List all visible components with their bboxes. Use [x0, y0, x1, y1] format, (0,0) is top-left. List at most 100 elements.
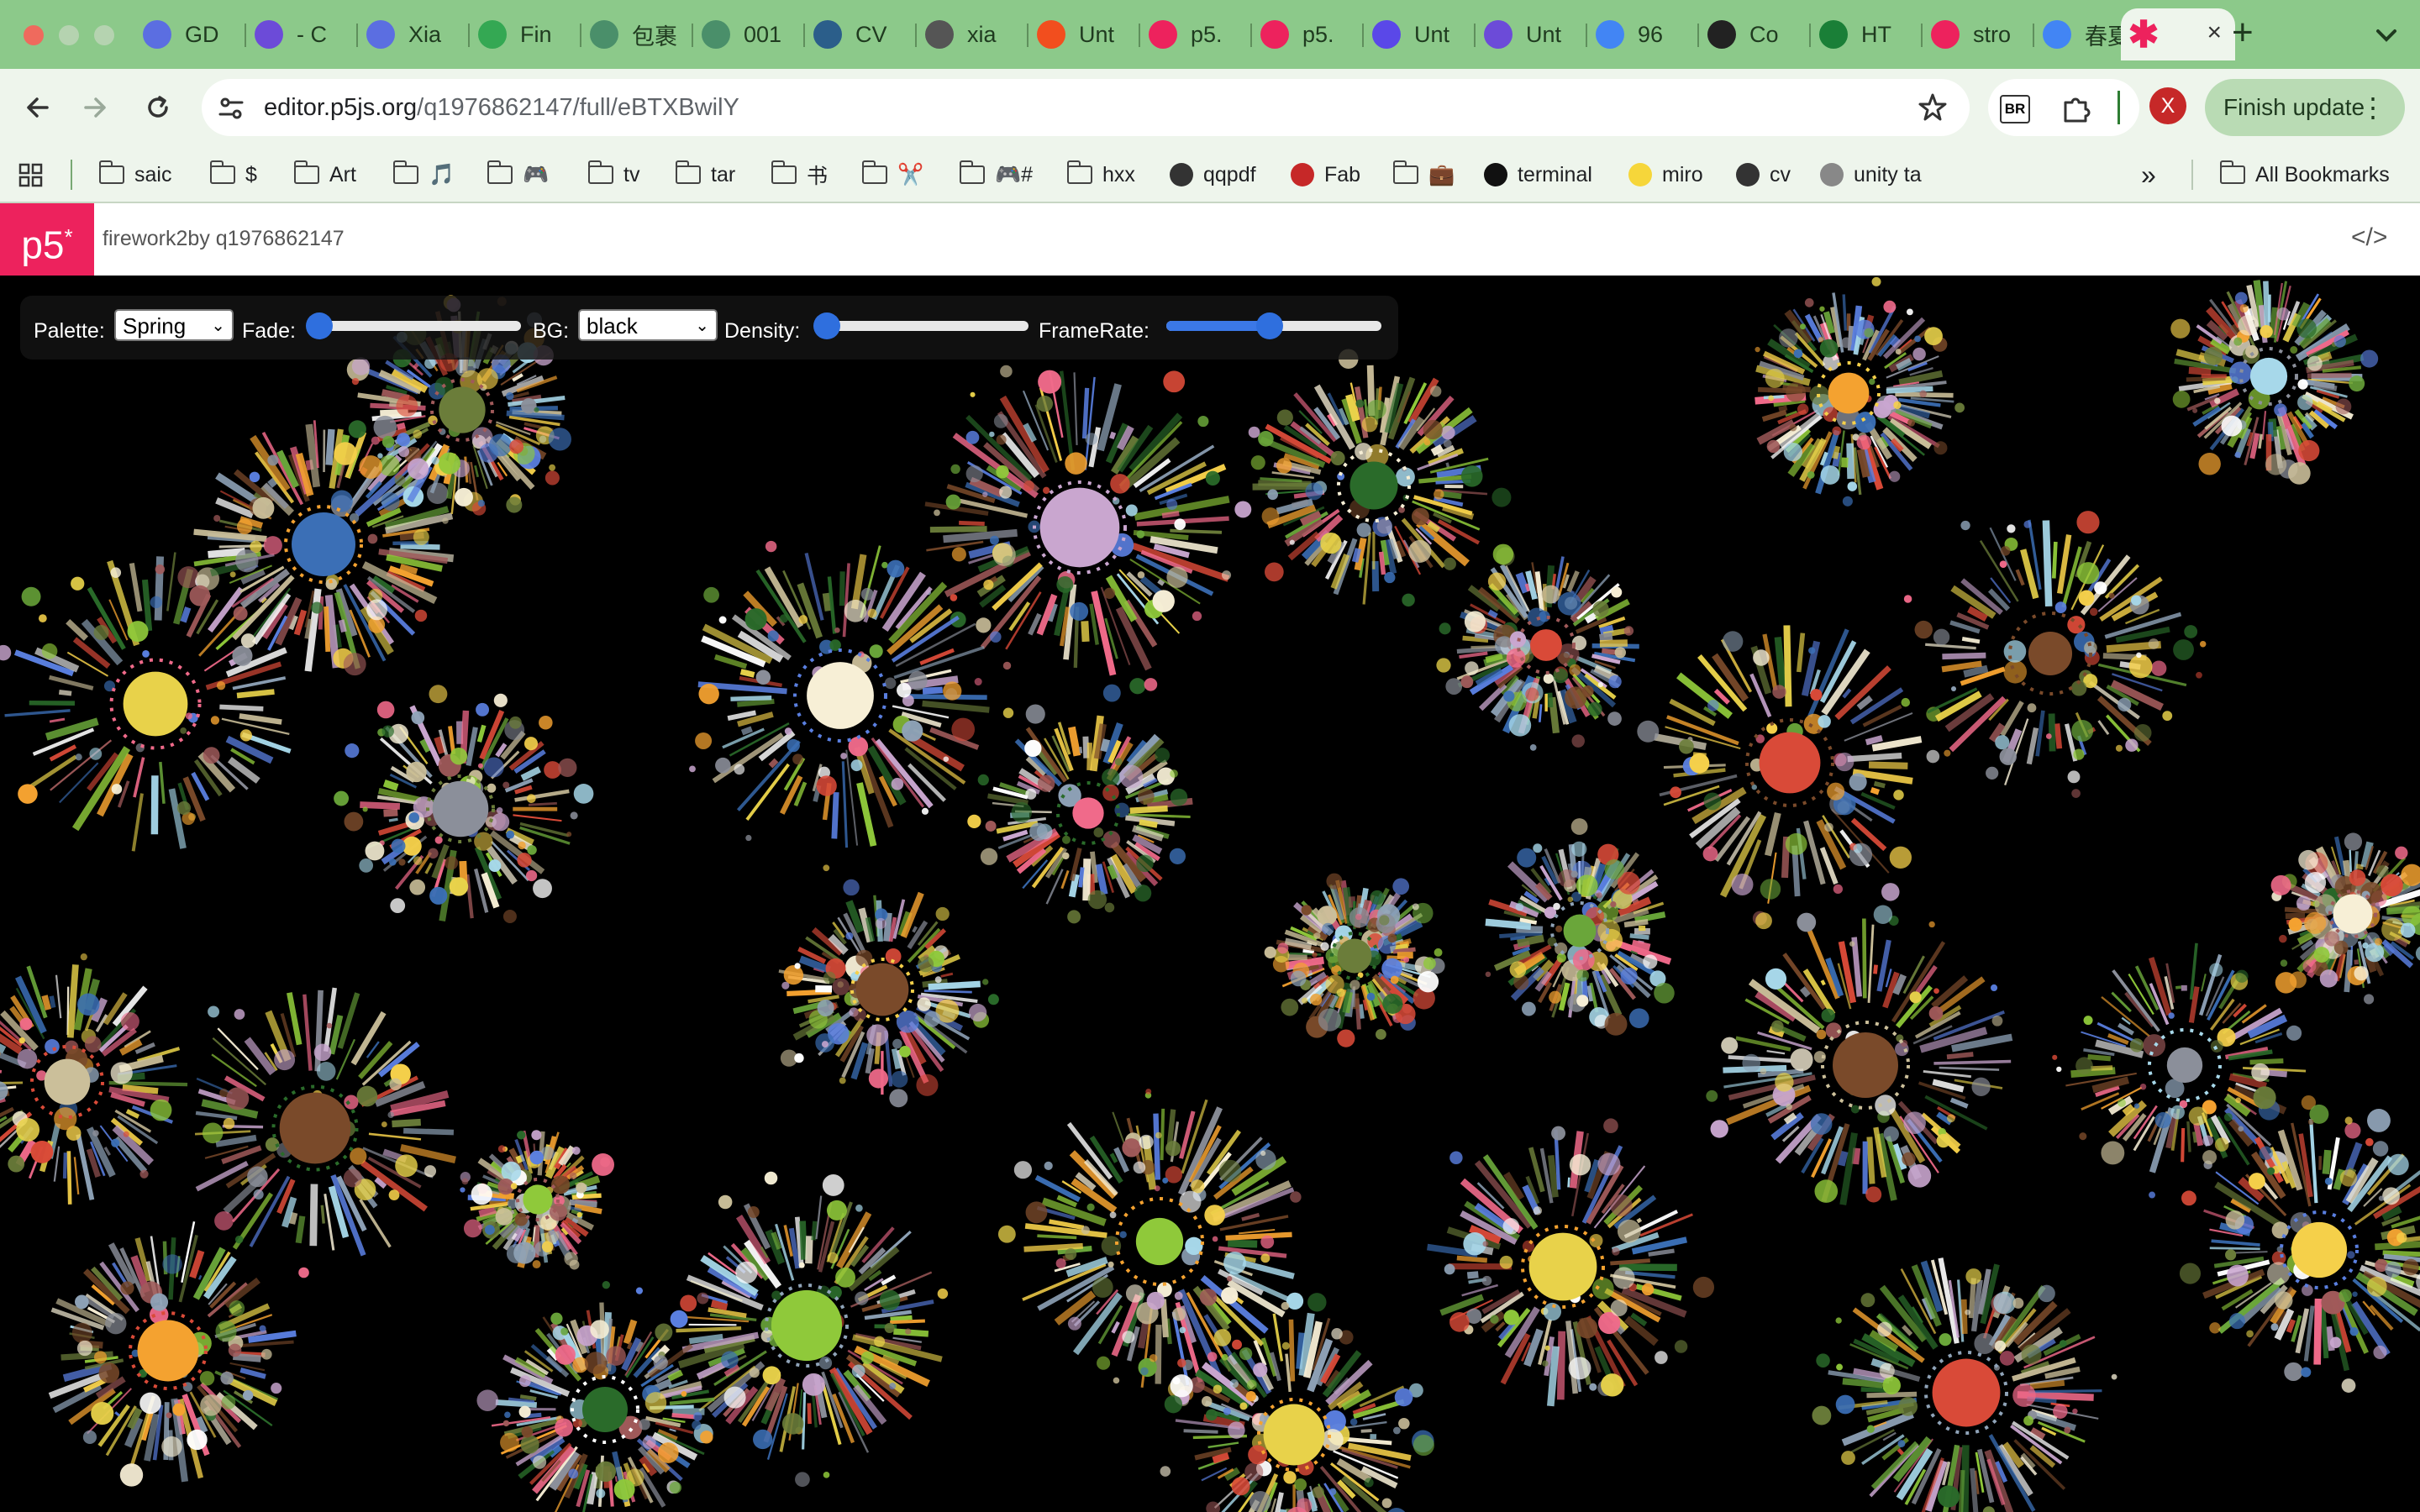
p5-logo[interactable]: p5*	[0, 203, 94, 276]
bookmark-item[interactable]: $	[209, 158, 257, 192]
tab-label: Fin	[520, 21, 552, 47]
tab-1[interactable]: - C	[246, 8, 358, 60]
firework-burst	[1812, 1257, 2118, 1512]
minimize-window-button[interactable]	[59, 25, 79, 45]
framerate-slider[interactable]	[1166, 312, 1381, 339]
folder-icon	[209, 160, 235, 184]
firework-burst	[0, 953, 188, 1205]
tab-16[interactable]: stro	[1923, 8, 2034, 60]
close-tab-button[interactable]: ×	[2207, 18, 2222, 47]
close-window-button[interactable]	[24, 25, 44, 45]
tab-0[interactable]: GD	[134, 8, 246, 60]
puzzle-piece-icon[interactable]	[2060, 92, 2092, 124]
firework-burst	[1427, 1118, 1715, 1407]
bookmark-item[interactable]: saic	[98, 158, 171, 192]
extension-br-button[interactable]: BR	[2000, 95, 2030, 123]
url-text[interactable]: editor.p5js.org/q1976862147/full/eBTXBwi…	[264, 94, 739, 122]
bookmark-item[interactable]: tv	[587, 158, 640, 192]
palette-select[interactable]: Spring ⌄	[114, 309, 234, 341]
folder-icon	[2219, 160, 2245, 184]
bookmarks-overflow-button[interactable]: »	[2141, 158, 2156, 192]
bookmark-label: 💼	[1428, 162, 1455, 186]
drive-icon	[478, 20, 507, 49]
chevron-down-icon: ⌄	[211, 317, 225, 335]
firework-burst	[1485, 818, 1675, 1036]
bookmark-item[interactable]: cv	[1736, 158, 1791, 192]
bookmark-item[interactable]: Art	[293, 158, 356, 192]
palette-label: Palette:	[34, 319, 105, 343]
folder-icon	[675, 160, 701, 184]
new-tab-button[interactable]: +	[2232, 12, 2254, 54]
bookmark-item[interactable]: 🎵	[392, 158, 455, 192]
density-slider-thumb[interactable]	[813, 312, 840, 339]
tab-strip: GD - C Xia Fin 包裹 001 CV xia Unt p5. p5. Unt Unt 96 Co…	[0, 0, 2420, 69]
tab-11[interactable]: Unt	[1364, 8, 1476, 60]
maximize-window-button[interactable]	[94, 25, 114, 45]
fade-slider[interactable]	[306, 312, 521, 339]
bg-value: black	[587, 313, 638, 339]
tab-7[interactable]: xia	[917, 8, 1028, 60]
profile-avatar[interactable]: X	[2149, 87, 2186, 124]
folder-icon	[98, 160, 124, 184]
bookmark-item[interactable]: terminal	[1484, 158, 1592, 192]
firework-burst	[1160, 1293, 1434, 1512]
address-bar[interactable]: editor.p5js.org/q1976862147/full/eBTXBwi…	[202, 79, 1970, 136]
firework-burst	[1706, 905, 2013, 1205]
bookmark-item[interactable]: 🎮	[487, 158, 549, 192]
tab-14[interactable]: Co	[1699, 8, 1811, 60]
framerate-slider-thumb[interactable]	[1255, 312, 1283, 339]
bookmark-label: tar	[711, 162, 736, 186]
bookmark-item[interactable]: hxx	[1066, 158, 1135, 192]
firework-burst	[1264, 873, 1445, 1047]
bookmark-item[interactable]: Fab	[1291, 158, 1360, 192]
density-slider[interactable]	[813, 312, 1028, 339]
more-menu-icon[interactable]: ⋮	[2360, 79, 2386, 136]
view-code-button[interactable]: </>	[2351, 223, 2387, 252]
bookmark-item[interactable]: tar	[675, 158, 736, 192]
document-icon	[143, 20, 171, 49]
firework-burst	[460, 1130, 614, 1270]
forward-button[interactable]	[76, 87, 116, 128]
finish-update-button[interactable]: Finish update ⋮	[2205, 79, 2405, 136]
all-bookmarks-button[interactable]: All Bookmarks	[2219, 158, 2390, 192]
back-button[interactable]	[17, 87, 57, 128]
tab-label: Unt	[1079, 21, 1115, 47]
tab-5[interactable]: 001	[693, 8, 805, 60]
chat-icon	[255, 20, 283, 49]
bookmark-item[interactable]: 书	[771, 158, 828, 192]
tab-label: 96	[1638, 21, 1664, 47]
tab-search-button[interactable]	[2370, 18, 2403, 52]
framerate-label: FrameRate:	[1039, 319, 1150, 343]
apps-grid-icon[interactable]	[18, 163, 44, 188]
tab-13[interactable]: 96	[1587, 8, 1699, 60]
bg-select[interactable]: black ⌄	[578, 309, 718, 341]
toolbar-divider	[2118, 91, 2120, 124]
bookmark-star-button[interactable]	[1916, 91, 1949, 129]
tab-9[interactable]: p5.	[1140, 8, 1252, 60]
bookmark-item[interactable]: unity ta	[1820, 158, 1922, 192]
fade-slider-thumb[interactable]	[306, 312, 333, 339]
tab-3[interactable]: Fin	[470, 8, 581, 60]
tab-4[interactable]: 包裹	[581, 8, 693, 60]
reload-button[interactable]	[138, 87, 178, 128]
tab-2[interactable]: Xia	[358, 8, 470, 60]
bookmark-item[interactable]: 🎮#	[959, 158, 1033, 192]
globe-badge-icon	[590, 20, 618, 49]
bookmark-label: tv	[623, 162, 640, 186]
tab-15[interactable]: HT	[1811, 8, 1923, 60]
sketch-canvas[interactable]: Palette: Spring ⌄ Fade: BG: black ⌄ Dens…	[0, 276, 2420, 1512]
tab-10[interactable]: p5.	[1252, 8, 1364, 60]
bookmark-item[interactable]: ✂️	[861, 158, 923, 192]
bookmark-item[interactable]: 💼	[1392, 158, 1455, 192]
tab-8[interactable]: Unt	[1028, 8, 1140, 60]
bookmark-item[interactable]: miro	[1628, 158, 1703, 192]
all-bookmarks-label: All Bookmarks	[2255, 162, 2390, 186]
tab-6[interactable]: CV	[805, 8, 917, 60]
bookmark-item[interactable]: qqpdf	[1170, 158, 1256, 192]
firework-burst	[48, 1211, 297, 1487]
star-icon	[1918, 93, 1947, 121]
firework-burst	[778, 879, 999, 1108]
bookmark-label: terminal	[1518, 162, 1592, 186]
tab-active-p5-sketch[interactable]: ✱ ×	[2121, 8, 2235, 60]
tab-12[interactable]: Unt	[1476, 8, 1587, 60]
